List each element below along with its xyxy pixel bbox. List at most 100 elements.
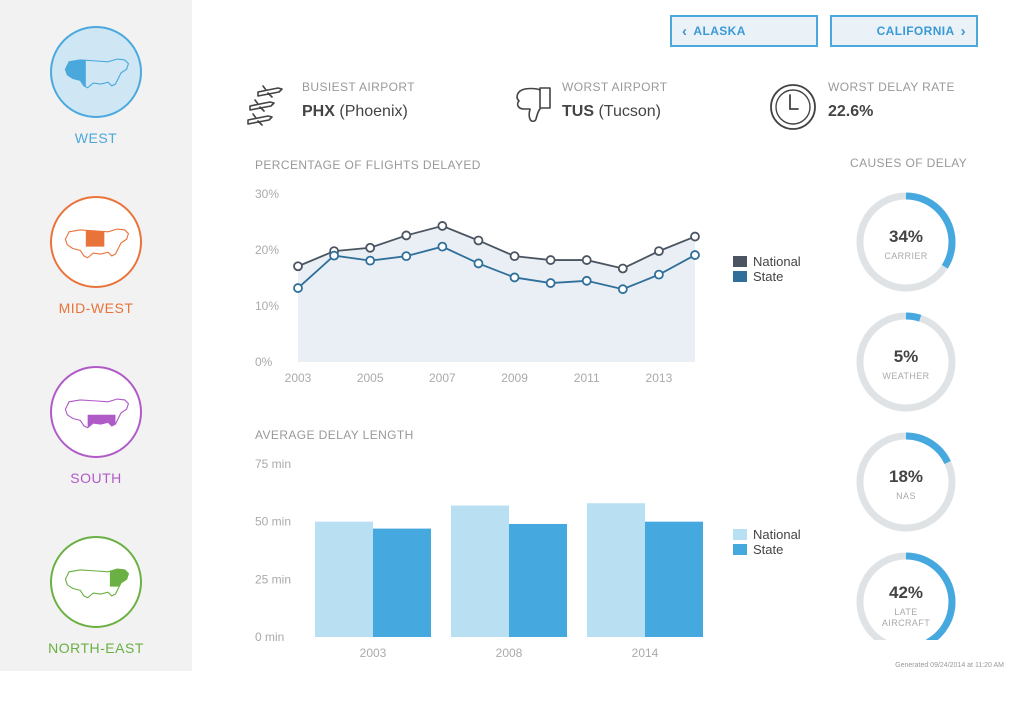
- donut-nas: 18%NAS: [860, 436, 952, 528]
- donut-percent: 42%: [889, 583, 923, 602]
- x-tick-label: 2005: [357, 371, 384, 385]
- donut-section-title: CAUSES OF DELAY: [850, 156, 967, 170]
- chevron-left-icon: ‹: [682, 23, 687, 40]
- data-point: [619, 264, 627, 272]
- data-point: [402, 231, 410, 239]
- worst-airport-code: TUS: [562, 103, 594, 120]
- data-point: [547, 256, 555, 264]
- donut-label: CARRIER: [884, 251, 927, 261]
- thumbs-down-icon: [512, 84, 556, 133]
- donut-late-aircraft: 42% LATEAIRCRAFT: [860, 556, 952, 640]
- data-point: [330, 252, 338, 260]
- donut-percent: 18%: [889, 467, 923, 486]
- data-point: [366, 244, 374, 252]
- busiest-airport-label: BUSIEST AIRPORT: [302, 80, 415, 94]
- prev-state-label: ALASKA: [693, 24, 745, 38]
- worst-delay-rate-label: WORST DELAY RATE: [828, 80, 955, 94]
- legend-label: National: [753, 254, 801, 269]
- data-point: [547, 279, 555, 287]
- south-ring: [50, 366, 142, 458]
- donut-label: AIRCRAFT: [882, 618, 930, 628]
- data-point: [438, 222, 446, 230]
- worst-delay-rate-value: 22.6%: [828, 103, 873, 121]
- next-state-button[interactable]: CALIFORNIA ›: [830, 15, 978, 47]
- bar-national: [587, 503, 645, 637]
- data-point: [366, 257, 374, 265]
- y-tick-label: 25 min: [255, 572, 291, 586]
- data-point: [655, 247, 663, 255]
- data-point: [438, 243, 446, 251]
- busiest-airport-city: (Phoenix): [339, 103, 407, 120]
- region-highlight: [65, 399, 128, 428]
- worst-airport-value: TUS (Tucson): [562, 103, 661, 121]
- data-point: [583, 256, 591, 264]
- donut-label: WEATHER: [882, 371, 929, 381]
- region-name: WEST: [0, 130, 192, 146]
- us-map-icon: [58, 204, 134, 280]
- worst-airport-label: WORST AIRPORT: [562, 80, 667, 94]
- x-tick-label: 2003: [360, 646, 387, 660]
- region-north-east[interactable]: NORTH-EAST: [0, 536, 192, 706]
- data-point: [583, 277, 591, 285]
- legend-label: National: [753, 527, 801, 542]
- flights-delayed-chart: 30% 20% 10% 0% 2003 2005 2007 2009 2011 2013 Natio…: [240, 180, 820, 395]
- legend-label: State: [753, 542, 783, 557]
- worst-airport-city: (Tucson): [598, 103, 661, 120]
- data-point: [691, 233, 699, 241]
- y-tick-label: 20%: [255, 243, 279, 257]
- region-west[interactable]: WEST: [0, 26, 192, 196]
- region-name: NORTH-EAST: [0, 640, 192, 656]
- us-map-icon: [58, 34, 134, 110]
- y-tick-label: 0%: [255, 355, 273, 369]
- bar-state: [645, 522, 703, 637]
- west-ring: [50, 26, 142, 118]
- donut-percent: 34%: [889, 227, 923, 246]
- legend-swatch: [733, 256, 747, 267]
- data-point: [511, 273, 519, 281]
- y-tick-label: 75 min: [255, 457, 291, 471]
- data-point: [655, 271, 663, 279]
- data-point: [511, 252, 519, 260]
- prev-state-button[interactable]: ‹ ALASKA: [670, 15, 818, 47]
- chevron-right-icon: ›: [961, 23, 966, 40]
- airplanes-icon: [244, 80, 292, 133]
- mid-west-ring: [50, 196, 142, 288]
- x-tick-label: 2009: [501, 371, 528, 385]
- region-mid-west[interactable]: MID-WEST: [0, 196, 192, 366]
- x-tick-label: 2011: [574, 371, 600, 385]
- x-tick-label: 2013: [646, 371, 673, 385]
- legend-swatch: [733, 529, 747, 540]
- data-point: [294, 284, 302, 292]
- causes-of-delay-chart: 34% CARRIER 5% WEATHER 18%NAS 42% LATEAIRCRAFT: [840, 180, 970, 640]
- bar-state: [373, 529, 431, 637]
- bar-chart-title: AVERAGE DELAY LENGTH: [255, 428, 414, 442]
- donut-carrier: 34% CARRIER: [860, 196, 952, 288]
- delay-length-chart: 75 min 50 min 25 min 0 min 2003 2008 2014 Natio…: [240, 450, 820, 665]
- donut-label: LATE: [894, 607, 917, 617]
- data-point: [474, 259, 482, 267]
- us-map-icon: [58, 544, 134, 620]
- donut-percent: 5%: [894, 347, 919, 366]
- worst-delay-rate-number: 22.6%: [828, 103, 873, 120]
- legend-swatch: [733, 544, 747, 555]
- data-point: [402, 252, 410, 260]
- data-point: [691, 251, 699, 259]
- x-tick-label: 2007: [429, 371, 456, 385]
- x-tick-label: 2008: [496, 646, 523, 660]
- y-tick-label: 50 min: [255, 515, 291, 529]
- region-south[interactable]: SOUTH: [0, 366, 192, 536]
- region-name: SOUTH: [0, 470, 192, 486]
- data-point: [294, 262, 302, 270]
- x-tick-label: 2014: [632, 646, 659, 660]
- area-fill: [298, 226, 695, 362]
- y-tick-label: 30%: [255, 187, 279, 201]
- donut-weather: 5% WEATHER: [860, 316, 952, 408]
- x-tick-label: 2003: [285, 371, 312, 385]
- bar-national: [315, 522, 373, 637]
- bar-national: [451, 506, 509, 637]
- y-tick-label: 0 min: [255, 630, 284, 644]
- busiest-airport-code: PHX: [302, 103, 335, 120]
- y-tick-label: 10%: [255, 299, 279, 313]
- north-east-ring: [50, 536, 142, 628]
- bar-state: [509, 524, 567, 637]
